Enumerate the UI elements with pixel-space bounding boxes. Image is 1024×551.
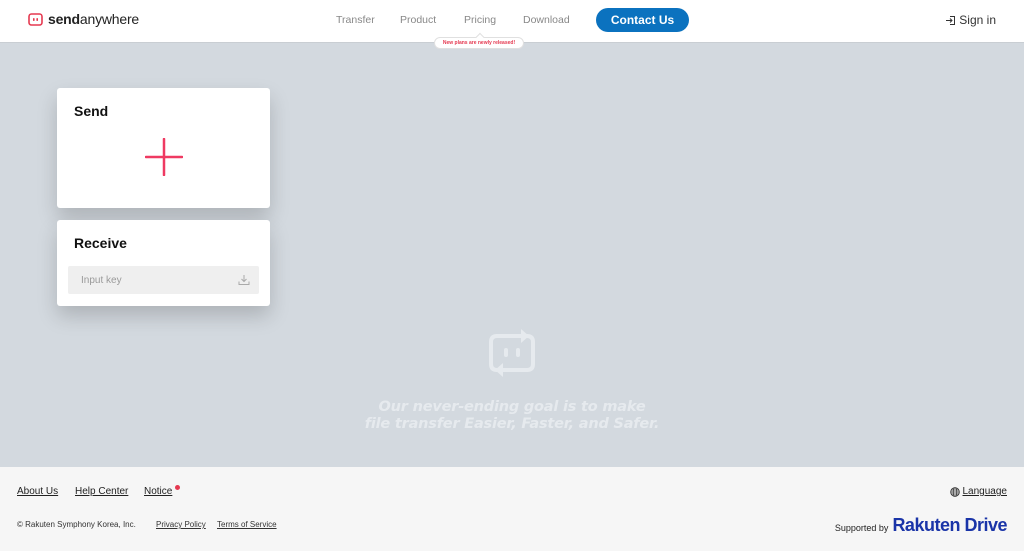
nav-pricing[interactable]: Pricing	[464, 14, 496, 26]
sign-in-label: Sign in	[959, 13, 996, 27]
contact-us-button[interactable]: Contact Us	[596, 8, 689, 32]
notice-badge	[175, 485, 180, 490]
supported-by-label: Supported by	[834, 522, 889, 533]
language-label: Language	[962, 486, 1008, 497]
hero-slogan: Our never-ending goal is to make file tr…	[300, 399, 724, 433]
sendanywhere-logo-icon	[28, 12, 43, 26]
terms-of-service-link[interactable]: Terms of Service	[217, 520, 277, 529]
sendanywhere-hero-icon	[489, 329, 535, 377]
sign-in-icon	[946, 15, 956, 25]
rakuten-drive-logo: Rakuten Drive	[892, 515, 1007, 535]
nav-download[interactable]: Download	[523, 14, 570, 26]
sign-in-button[interactable]: Sign in	[945, 13, 996, 27]
copyright: © Rakuten Symphony Korea, Inc.	[17, 520, 136, 529]
slogan-line-1: Our never-ending goal is to make	[378, 399, 646, 415]
send-card[interactable]: Send	[57, 88, 270, 208]
receive-title: Receive	[74, 235, 127, 251]
footer-notice[interactable]: Notice	[144, 486, 172, 497]
footer-help-center[interactable]: Help Center	[75, 486, 128, 497]
download-icon[interactable]	[238, 274, 250, 286]
logo[interactable]: sendanywhere	[28, 11, 139, 27]
privacy-policy-link[interactable]: Privacy Policy	[156, 520, 206, 529]
send-title: Send	[74, 103, 109, 119]
footer-about-us[interactable]: About Us	[17, 486, 58, 497]
brand-name: sendanywhere	[48, 11, 139, 27]
nav-transfer[interactable]: Transfer	[336, 14, 375, 26]
supported-by[interactable]: Supported by Rakuten Drive	[834, 515, 1008, 536]
plus-icon[interactable]	[145, 138, 183, 176]
input-key-field[interactable]	[68, 266, 259, 294]
globe-icon	[949, 486, 960, 497]
receive-card: Receive	[57, 220, 270, 306]
footer: About Us Help Center Notice © Rakuten Sy…	[0, 467, 1024, 551]
language-selector[interactable]: Language	[949, 486, 1008, 497]
nav-product[interactable]: Product	[400, 14, 436, 26]
pricing-tooltip[interactable]: New plans are newly released!	[434, 37, 524, 49]
slogan-line-2: file transfer Easier, Faster, and Safer.	[364, 416, 660, 432]
